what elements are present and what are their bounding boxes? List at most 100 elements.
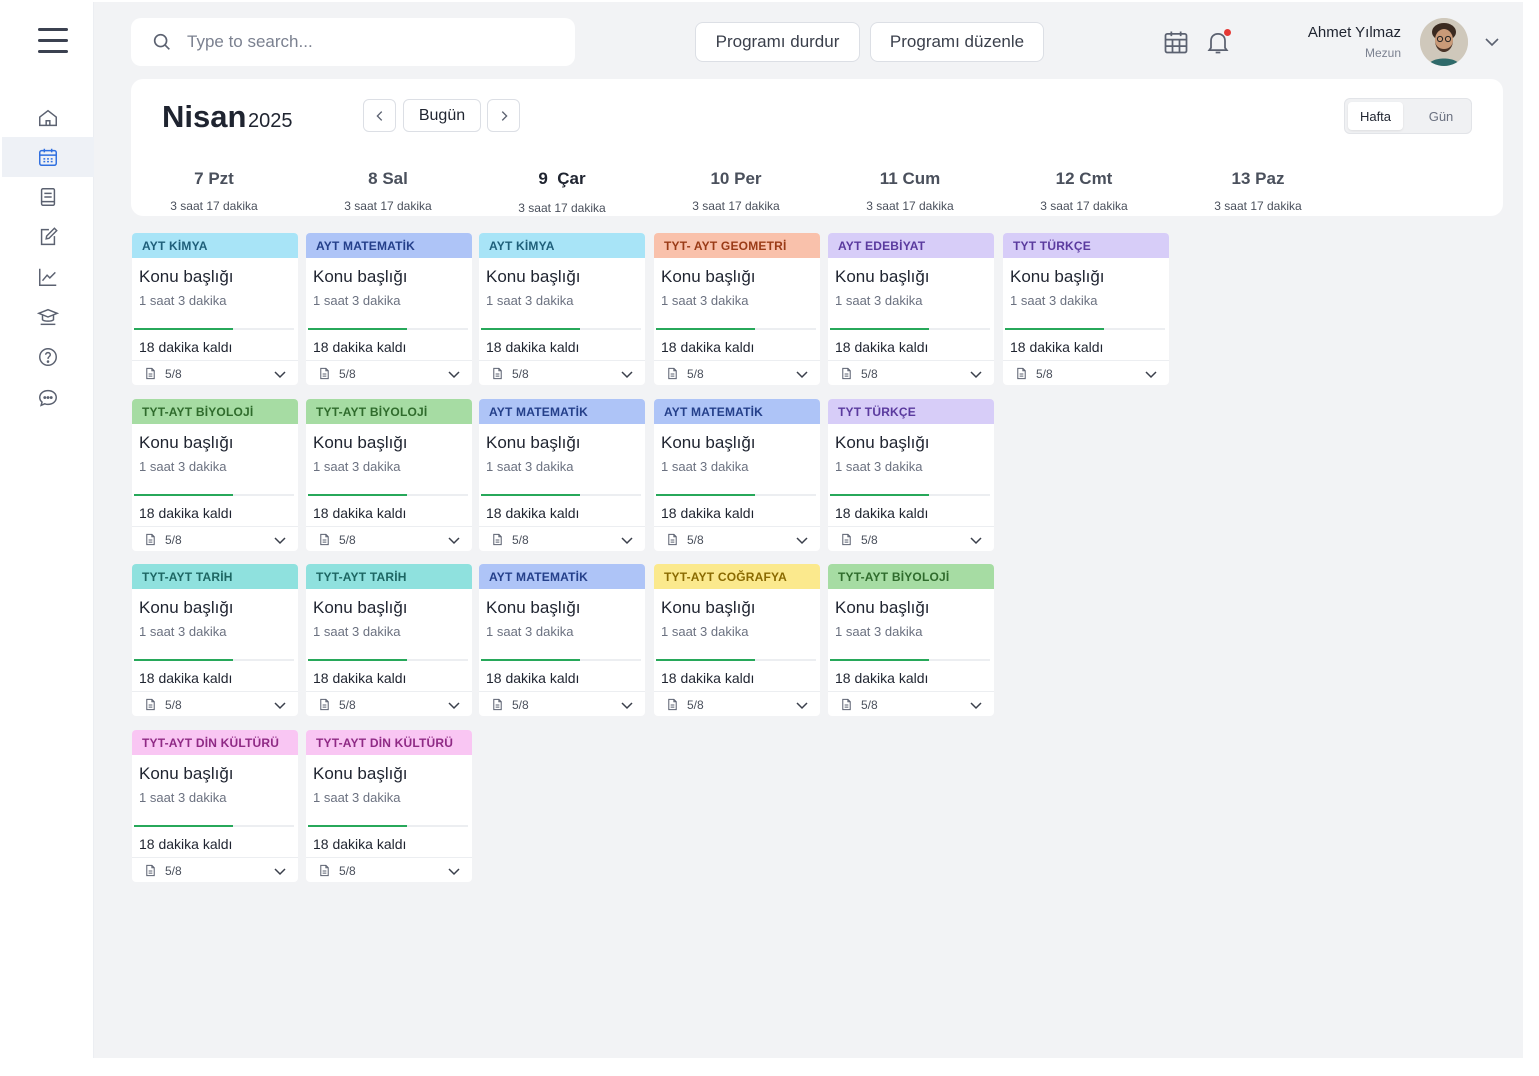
card-footer[interactable]: 5/8	[306, 360, 472, 385]
chevron-down-icon[interactable]	[619, 532, 635, 548]
card-footer[interactable]: 5/8	[654, 691, 820, 716]
chevron-down-icon[interactable]	[794, 697, 810, 713]
lesson-card[interactable]: TYT TÜRKÇE Konu başlığı 1 saat 3 dakika 18 …	[1003, 233, 1169, 385]
card-footer[interactable]: 5/8	[132, 691, 298, 716]
lesson-card[interactable]: AYT KİMYA Konu başlığı 1 saat 3 dakika 18 d…	[132, 233, 298, 385]
chevron-down-icon[interactable]	[446, 697, 462, 713]
chevron-down-icon[interactable]	[619, 366, 635, 382]
card-footer[interactable]: 5/8	[828, 526, 994, 551]
document-icon	[493, 367, 502, 380]
progress-bar	[1005, 328, 1165, 330]
card-footer[interactable]: 5/8	[654, 360, 820, 385]
today-button[interactable]: Bugün	[403, 99, 481, 132]
lesson-card[interactable]: TYT-AYT DİN KÜLTÜRÜ Konu başlığı 1 saat 3 …	[306, 730, 472, 882]
card-footer[interactable]: 5/8	[1003, 360, 1169, 385]
chevron-down-icon[interactable]	[968, 697, 984, 713]
card-footer[interactable]: 5/8	[132, 857, 298, 882]
sidebar-item-calendar[interactable]	[2, 137, 94, 177]
sidebar-item-messages[interactable]	[2, 378, 94, 418]
topic-title: Konu başlığı	[835, 433, 930, 452]
chevron-down-icon[interactable]	[272, 863, 288, 879]
chevron-down-icon[interactable]	[968, 532, 984, 548]
document-icon	[146, 698, 155, 711]
sidebar-item-notes[interactable]	[2, 217, 94, 257]
lesson-card[interactable]: TYT-AYT COĞRAFYA Konu başlığı 1 saat 3 dak…	[654, 564, 820, 716]
prev-week-button[interactable]	[363, 99, 396, 132]
avatar[interactable]	[1420, 18, 1468, 66]
card-footer[interactable]: 5/8	[828, 360, 994, 385]
chevron-down-icon[interactable]	[272, 366, 288, 382]
stop-program-button[interactable]: Programı durdur	[695, 22, 860, 62]
day-header[interactable]: 11 Cum 3 saat 17 dakika	[830, 169, 990, 213]
lesson-card[interactable]: AYT MATEMATİK Konu başlığı 1 saat 3 dakika…	[479, 564, 645, 716]
progress-bar	[656, 659, 816, 661]
card-footer[interactable]: 5/8	[828, 691, 994, 716]
progress-fill	[830, 494, 930, 496]
day-duration: 3 saat 17 dakika	[866, 199, 954, 213]
document-count: 5/8	[861, 367, 878, 381]
card-footer[interactable]: 5/8	[654, 526, 820, 551]
search-input[interactable]	[187, 32, 547, 52]
card-footer[interactable]: 5/8	[479, 360, 645, 385]
day-header[interactable]: 13 Paz 3 saat 17 dakika	[1178, 169, 1338, 213]
sidebar-item-stats[interactable]	[2, 257, 94, 297]
search-bar[interactable]	[131, 18, 575, 66]
sidebar-item-help[interactable]	[2, 337, 94, 377]
sidebar-item-exams[interactable]	[2, 297, 94, 337]
progress-fill	[481, 494, 581, 496]
lesson-card[interactable]: TYT-AYT BİYOLOJİ Konu başlığı 1 saat 3 dak…	[132, 399, 298, 551]
chevron-down-icon[interactable]	[619, 697, 635, 713]
card-footer[interactable]: 5/8	[479, 526, 645, 551]
view-week-tab[interactable]: Hafta	[1348, 102, 1403, 130]
card-footer[interactable]: 5/8	[306, 526, 472, 551]
calendar-shortcut[interactable]	[1162, 28, 1190, 56]
chevron-down-icon[interactable]	[272, 532, 288, 548]
chevron-left-icon	[375, 110, 382, 121]
lesson-card[interactable]: TYT-AYT TARİH Konu başlığı 1 saat 3 dakika…	[132, 564, 298, 716]
card-footer[interactable]: 5/8	[132, 526, 298, 551]
chevron-down-icon[interactable]	[1143, 366, 1159, 382]
lesson-card[interactable]: TYT-AYT TARİH Konu başlığı 1 saat 3 dakika…	[306, 564, 472, 716]
day-header[interactable]: 10 Per 3 saat 17 dakika	[656, 169, 816, 213]
calendar-icon	[1164, 31, 1188, 54]
lesson-card[interactable]: TYT TÜRKÇE Konu başlığı 1 saat 3 dakika 18 …	[828, 399, 994, 551]
lesson-card[interactable]: AYT EDEBİYAT Konu başlığı 1 saat 3 dakika 1…	[828, 233, 994, 385]
lesson-card[interactable]: AYT MATEMATİK Konu başlığı 1 saat 3 dakika…	[306, 233, 472, 385]
lesson-card[interactable]: AYT KİMYA Konu başlığı 1 saat 3 dakika 18 d…	[479, 233, 645, 385]
sidebar-item-home[interactable]	[2, 98, 94, 138]
edit-program-button[interactable]: Programı düzenle	[870, 22, 1044, 62]
sidebar-item-courses[interactable]	[2, 177, 94, 217]
menu-icon[interactable]	[38, 28, 68, 56]
subject-tag: TYT TÜRKÇE	[828, 399, 994, 424]
subject-tag: TYT-AYT BİYOLOJİ	[306, 399, 472, 424]
chevron-down-icon[interactable]	[794, 366, 810, 382]
card-footer[interactable]: 5/8	[479, 691, 645, 716]
chevron-down-icon[interactable]	[446, 532, 462, 548]
notifications-button[interactable]	[1204, 28, 1232, 56]
card-footer[interactable]: 5/8	[306, 691, 472, 716]
lesson-card[interactable]: AYT MATEMATİK Konu başlığı 1 saat 3 dakika…	[654, 399, 820, 551]
chevron-down-icon[interactable]	[446, 366, 462, 382]
day-header[interactable]: 12 Cmt 3 saat 17 dakika	[1004, 169, 1164, 213]
chevron-down-icon[interactable]	[272, 697, 288, 713]
lesson-card[interactable]: TYT- AYT GEOMETRİ Konu başlığı 1 saat 3 da…	[654, 233, 820, 385]
day-label: 9 Çar	[538, 169, 586, 188]
lesson-card[interactable]: TYT-AYT DİN KÜLTÜRÜ Konu başlığı 1 saat 3 …	[132, 730, 298, 882]
chevron-down-icon[interactable]	[968, 366, 984, 382]
card-footer[interactable]: 5/8	[306, 857, 472, 882]
progress-bar	[481, 328, 641, 330]
next-week-button[interactable]	[487, 99, 520, 132]
chevron-down-icon[interactable]	[446, 863, 462, 879]
day-header[interactable]: 7 Pzt 3 saat 17 dakika	[134, 169, 294, 213]
day-duration: 3 saat 17 dakika	[1040, 199, 1128, 213]
chevron-down-icon[interactable]	[794, 532, 810, 548]
lesson-card[interactable]: AYT MATEMATİK Konu başlığı 1 saat 3 dakika…	[479, 399, 645, 551]
day-header[interactable]: 8 Sal 3 saat 17 dakika	[308, 169, 468, 213]
remaining-time: 18 dakika kaldı	[139, 670, 233, 686]
view-day-tab[interactable]: Gün	[1413, 102, 1469, 130]
day-header-today[interactable]: 9 Çar 3 saat 17 dakika	[482, 169, 642, 215]
lesson-card[interactable]: TYT-AYT BİYOLOJİ Konu başlığı 1 saat 3 dak…	[306, 399, 472, 551]
chevron-down-icon[interactable]	[1482, 32, 1502, 52]
card-footer[interactable]: 5/8	[132, 360, 298, 385]
lesson-card[interactable]: TYT-AYT BİYOLOJİ Konu başlığı 1 saat 3 dak…	[828, 564, 994, 716]
